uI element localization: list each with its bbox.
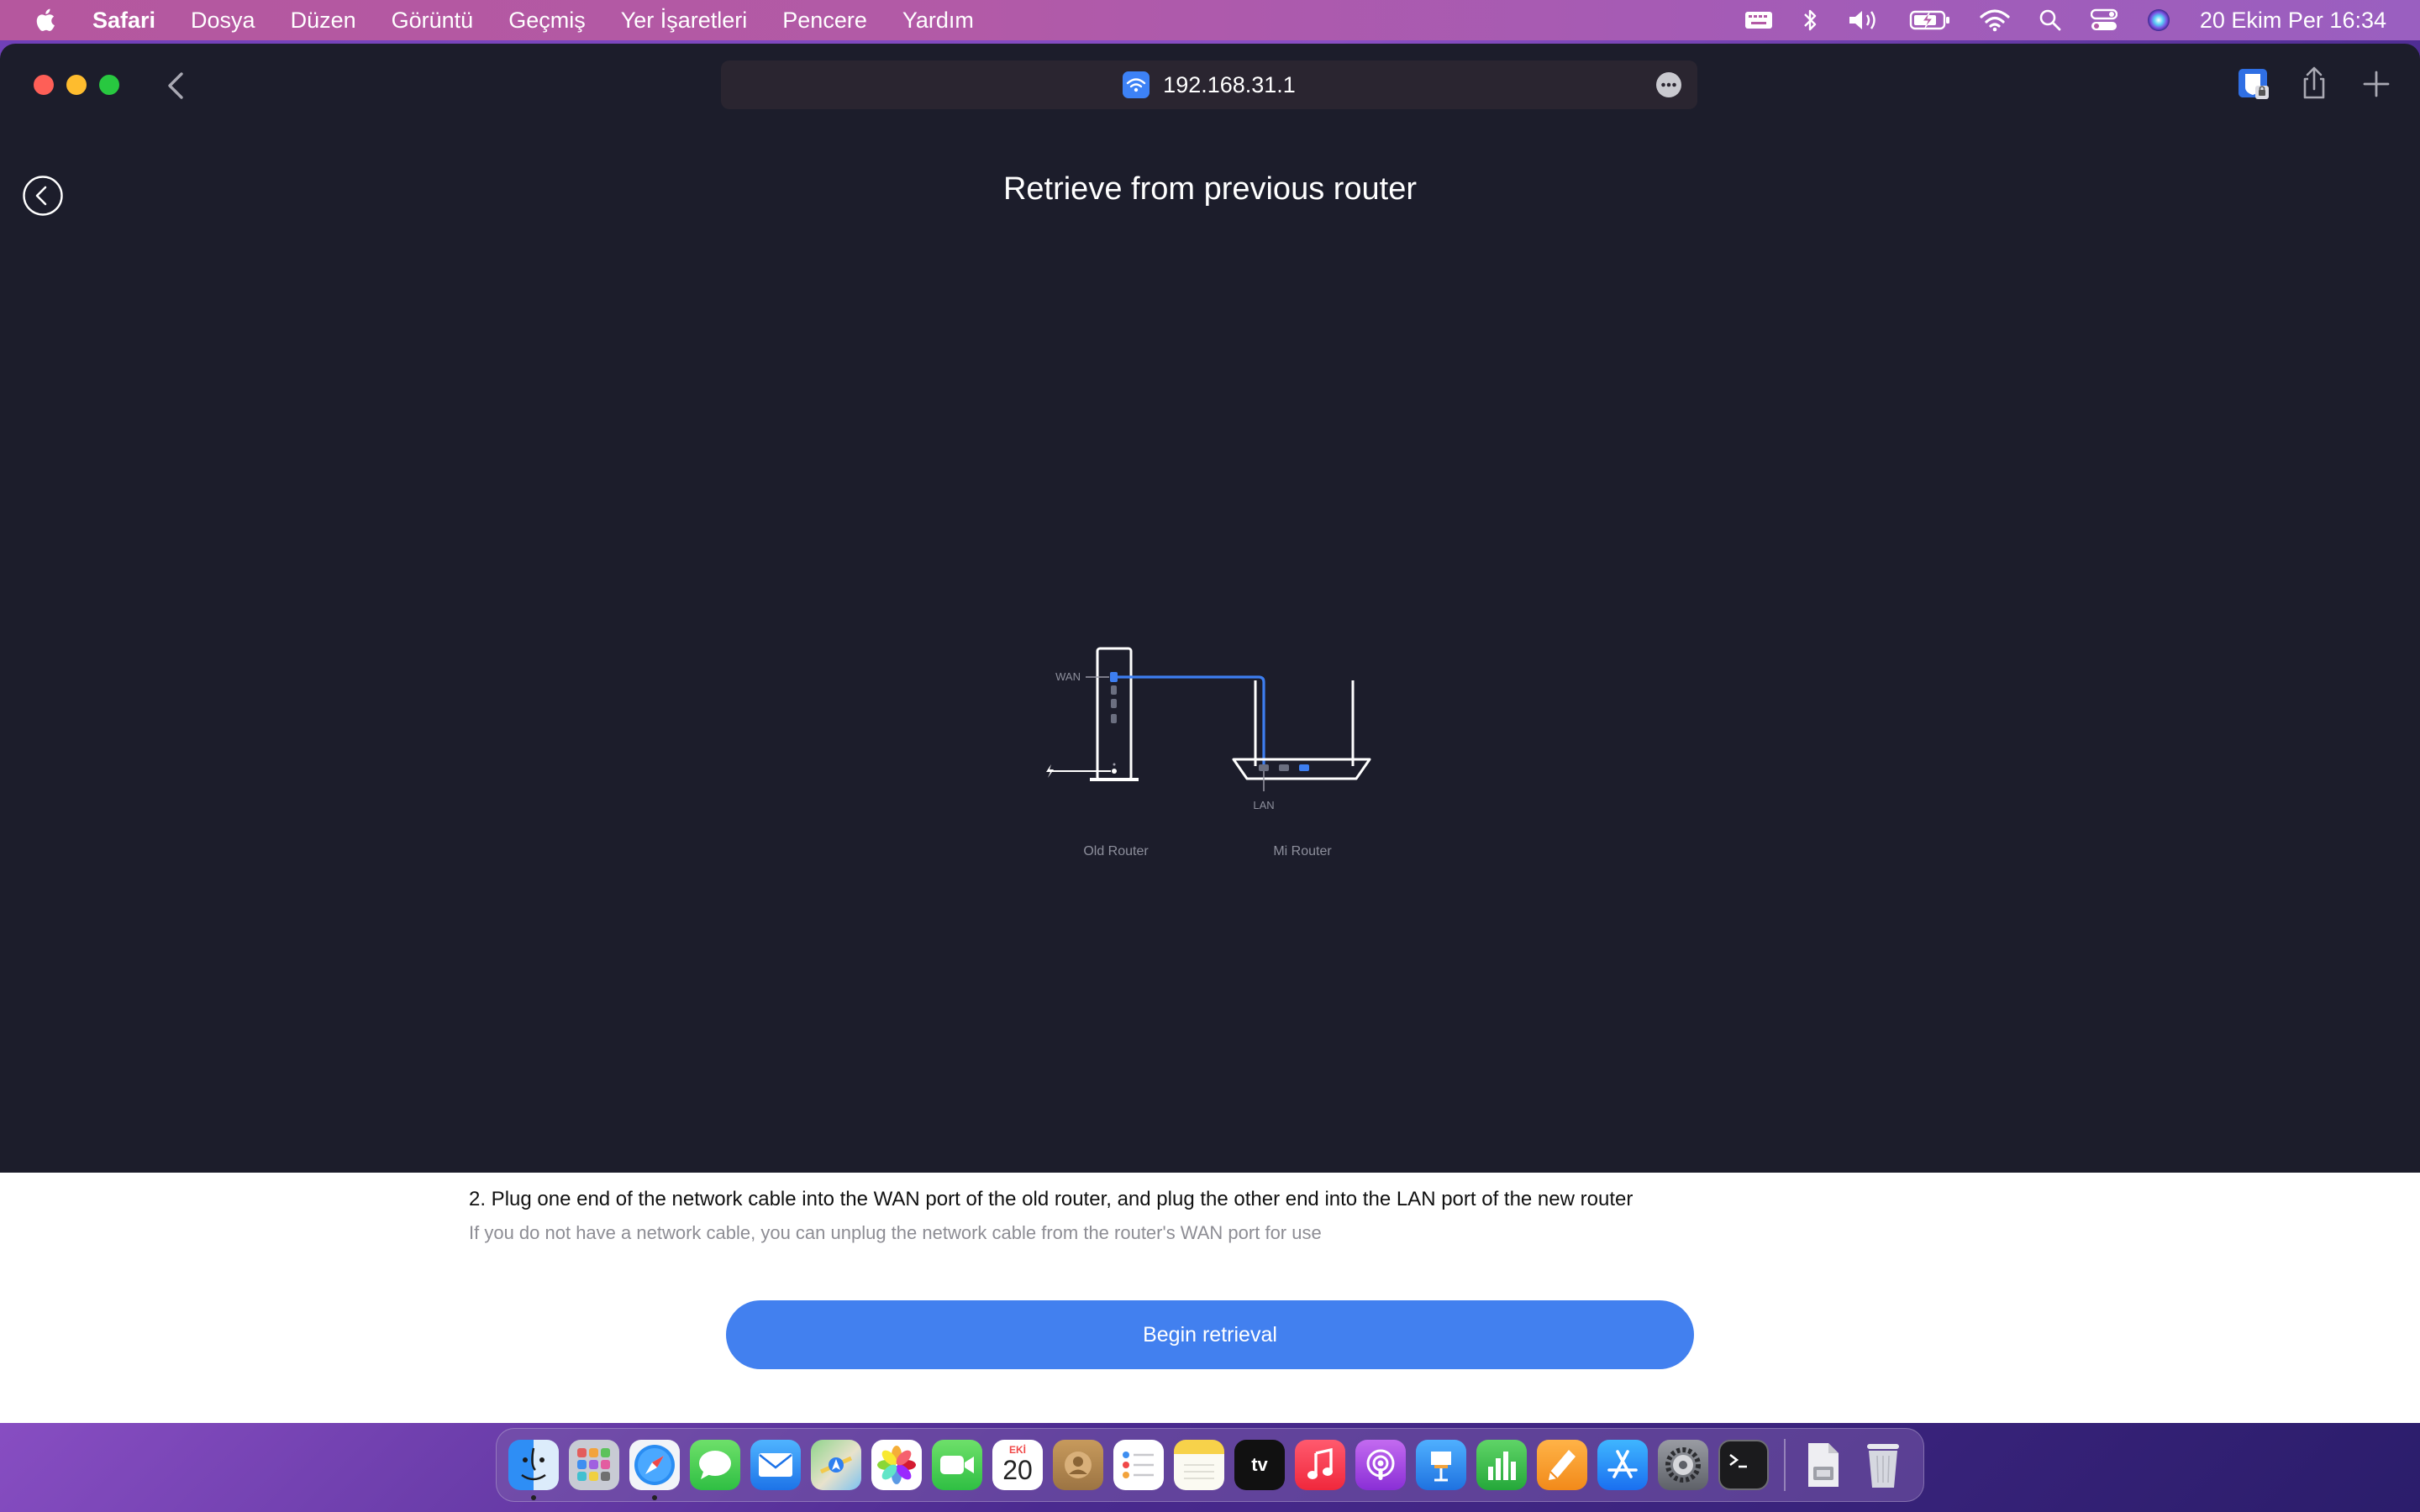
keynote-icon[interactable] <box>1416 1440 1466 1490</box>
safari-running-indicator <box>652 1495 657 1500</box>
zoom-window-button[interactable] <box>99 75 119 95</box>
pages-icon[interactable] <box>1537 1440 1587 1490</box>
menu-goruntu[interactable]: Görüntü <box>392 8 474 34</box>
mail-icon[interactable] <box>750 1440 801 1490</box>
facetime-icon[interactable] <box>932 1440 982 1490</box>
podcasts-icon[interactable] <box>1355 1440 1406 1490</box>
numbers-icon[interactable] <box>1476 1440 1527 1490</box>
status-tray: 20 Ekim Per 16:34 <box>1716 0 2386 40</box>
browser-back-icon[interactable] <box>161 69 192 102</box>
menu-dosya[interactable]: Dosya <box>191 8 255 34</box>
wan-port-label: WAN <box>1055 670 1081 683</box>
calendar-day: 20 <box>1002 1455 1033 1485</box>
system-settings-icon[interactable] <box>1658 1440 1708 1490</box>
privacy-extension-icon[interactable] <box>2235 66 2272 102</box>
step-hint: If you do not have a network cable, you … <box>469 1222 1322 1243</box>
close-window-button[interactable] <box>34 75 54 95</box>
address-bar[interactable]: 192.168.31.1 <box>721 60 1697 109</box>
downloads-folder-icon[interactable] <box>1797 1440 1848 1490</box>
dock: EKİ 20 tv <box>496 1428 1924 1502</box>
messages-icon[interactable] <box>690 1440 740 1490</box>
mi-router-illustration: LAN <box>1232 680 1371 811</box>
reminders-icon[interactable] <box>1113 1440 1164 1490</box>
minimize-window-button[interactable] <box>66 75 87 95</box>
app-store-icon[interactable] <box>1597 1440 1648 1490</box>
safari-icon[interactable] <box>629 1440 680 1500</box>
bluetooth-icon[interactable] <box>1802 8 1818 33</box>
calendar-icon[interactable]: EKİ 20 <box>992 1440 1043 1490</box>
menu-gecmis[interactable]: Geçmiş <box>508 8 586 34</box>
launchpad-icon[interactable] <box>569 1440 619 1490</box>
terminal-icon[interactable] <box>1718 1440 1769 1490</box>
control-center-icon[interactable] <box>2090 8 2118 32</box>
music-icon[interactable] <box>1295 1440 1345 1490</box>
photos-icon[interactable] <box>871 1440 922 1490</box>
menu-safari[interactable]: Safari <box>92 8 155 34</box>
finder-icon[interactable] <box>508 1440 559 1500</box>
instructions-panel: 2. Plug one end of the network cable int… <box>0 1173 2420 1423</box>
url-text: 192.168.31.1 <box>1163 71 1296 97</box>
calendar-month: EKİ <box>1008 1444 1026 1456</box>
router-connection-diagram: WAN LAN Old Router Mi Router <box>1046 647 1371 858</box>
apple-tv-icon[interactable]: tv <box>1234 1440 1285 1490</box>
old-router-label: Old Router <box>1083 844 1149 858</box>
page-title: Retrieve from previous router <box>1002 171 1418 207</box>
keyboard-icon[interactable] <box>1744 9 1773 31</box>
apple-tv-label: tv <box>1251 1454 1268 1475</box>
lan-port-label: LAN <box>1253 799 1274 811</box>
mi-router-label: Mi Router <box>1273 844 1332 858</box>
menu-yer-isaretleri[interactable]: Yer İşaretleri <box>621 8 748 34</box>
begin-retrieval-button[interactable]: Begin retrieval <box>726 1300 1694 1369</box>
notes-icon[interactable] <box>1174 1440 1224 1490</box>
dock-separator <box>1784 1439 1786 1491</box>
finder-running-indicator <box>531 1495 536 1500</box>
menu-yardim[interactable]: Yardım <box>902 8 974 34</box>
menu-duzen[interactable]: Düzen <box>291 8 356 34</box>
menubar-clock[interactable]: 20 Ekim Per 16:34 <box>2200 8 2386 34</box>
site-wifi-icon <box>1123 71 1150 98</box>
page-menu-icon[interactable] <box>1655 71 1682 98</box>
safari-window: 192.168.31.1 Retrieve from previous rout… <box>0 44 2420 1423</box>
volume-icon[interactable] <box>1847 8 1881 33</box>
apple-menu-icon[interactable] <box>32 6 60 34</box>
maps-icon[interactable] <box>811 1440 861 1490</box>
menu-pencere[interactable]: Pencere <box>782 8 867 34</box>
trash-icon[interactable] <box>1858 1440 1908 1490</box>
browser-toolbar: 192.168.31.1 <box>0 44 2420 128</box>
spotlight-search-icon[interactable] <box>2039 8 2062 32</box>
contacts-icon[interactable] <box>1053 1440 1103 1490</box>
siri-icon[interactable] <box>2146 8 2171 33</box>
new-tab-icon[interactable] <box>2358 66 2395 102</box>
wifi-icon[interactable] <box>1980 8 2010 32</box>
battery-icon[interactable] <box>1909 9 1951 31</box>
share-icon[interactable] <box>2296 66 2333 102</box>
step-instruction: 2. Plug one end of the network cable int… <box>469 1188 1634 1210</box>
menu-bar: Safari Dosya Düzen Görüntü Geçmiş Yer İş… <box>0 0 2420 40</box>
network-cable <box>1116 675 1265 766</box>
old-router-illustration: WAN <box>1046 647 1139 781</box>
